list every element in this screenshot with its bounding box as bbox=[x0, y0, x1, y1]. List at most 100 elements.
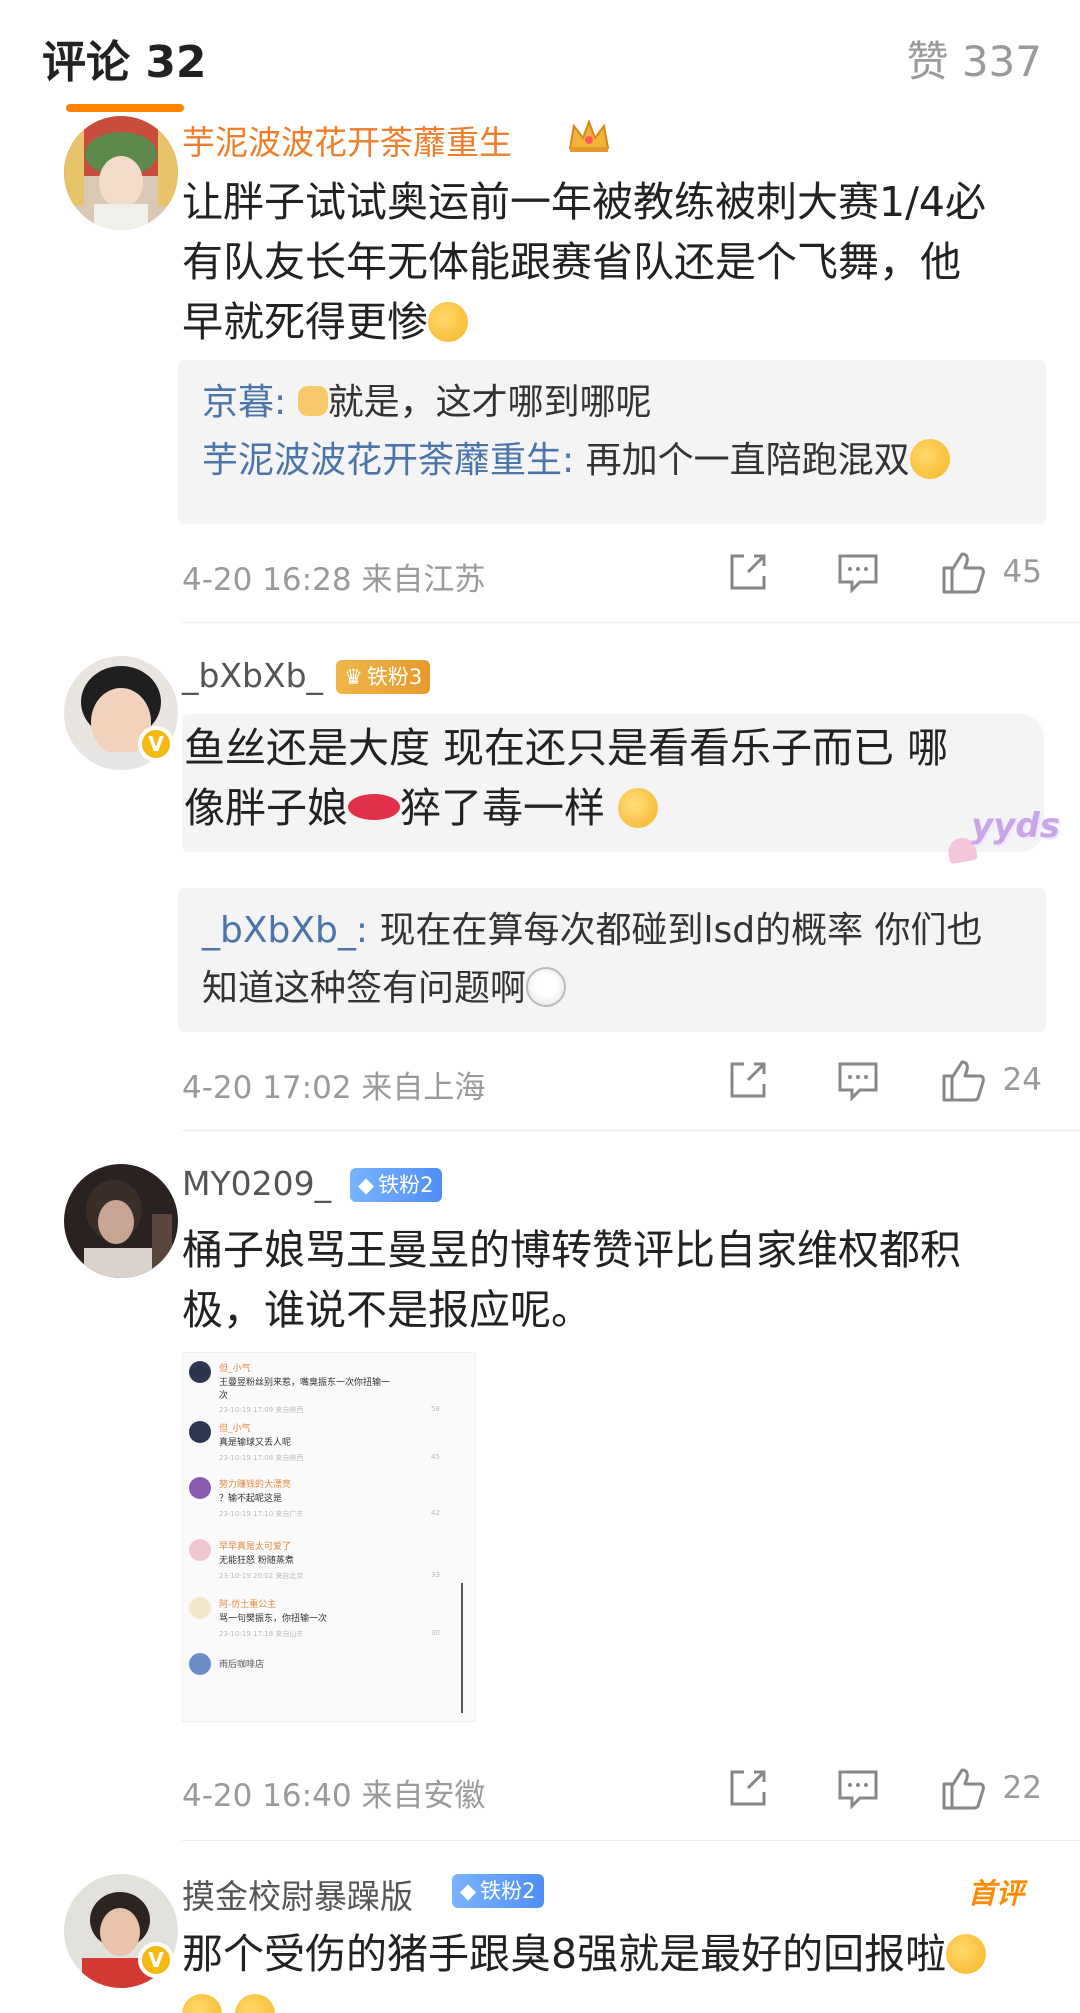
reply-text: 再加个一直陪跑混双 bbox=[585, 440, 910, 481]
mini-username: 努力赚钱的大漂亮 bbox=[219, 1480, 292, 1490]
username[interactable]: 摸金校尉暴躁版 bbox=[182, 1870, 413, 1918]
fan-level-label: 铁粉3 bbox=[366, 665, 423, 689]
tongue-emoji-icon bbox=[909, 439, 950, 479]
mini-likes: 30 bbox=[431, 1629, 440, 1637]
mini-likes: 33 bbox=[431, 1571, 440, 1579]
diamond-badge-icon: ◆ bbox=[358, 1173, 375, 1197]
reply-username[interactable]: _bXbXb_ bbox=[202, 910, 356, 951]
comment-text-line: 早就死得更惨 bbox=[182, 298, 428, 346]
reply-separator: : bbox=[274, 382, 287, 423]
sweat-emoji-icon bbox=[618, 788, 659, 828]
crown-icon bbox=[566, 118, 612, 158]
like-icon[interactable] bbox=[940, 1058, 986, 1102]
share-icon[interactable] bbox=[726, 550, 772, 594]
comment-text-line: 像胖子娘 bbox=[184, 784, 348, 832]
mini-username: 但_小气 bbox=[219, 1364, 251, 1374]
username[interactable]: MY0209_ bbox=[182, 1164, 331, 1203]
mini-text: 骂一句樊振东，你扭输一次 bbox=[219, 1614, 328, 1624]
reply-item[interactable]: _bXbXb_: 现在在算每次都碰到lsd的概率 你们也 bbox=[202, 902, 1022, 960]
crown-badge-icon: ♛ bbox=[344, 665, 363, 689]
comments-tab[interactable]: 评论 32 bbox=[42, 26, 207, 90]
comments-header: 评论 32 赞 337 bbox=[0, 0, 1080, 116]
comment-meta: 4-20 17:02 来自上海 24 bbox=[182, 1052, 1042, 1112]
mini-username: 雨后咖啡店 bbox=[219, 1660, 265, 1670]
divider bbox=[182, 1840, 1080, 1841]
fan-level-badge: ♛ 铁粉3 bbox=[336, 660, 431, 694]
fan-level-badge: ◆ 铁粉2 bbox=[452, 1874, 544, 1908]
comment-icon[interactable] bbox=[836, 550, 882, 594]
comment-text-line: 那个受伤的猪手跟臭8强就是最好的回报啦 bbox=[182, 1930, 947, 1978]
comment-text-line: 猝了毒一样 bbox=[400, 784, 605, 832]
verified-badge-icon: V bbox=[138, 726, 174, 762]
mini-avatar bbox=[189, 1421, 211, 1443]
reply-username[interactable]: 京暮 bbox=[202, 382, 274, 423]
like-count: 24 bbox=[1002, 1062, 1042, 1098]
mini-avatar bbox=[189, 1539, 211, 1561]
reply-item[interactable]: 京暮: 就是，这才哪到哪呢 bbox=[202, 374, 1022, 432]
comment-text-line: 极，谁说不是报应呢。 bbox=[182, 1286, 592, 1334]
reply-separator: : bbox=[355, 910, 369, 951]
mini-meta: 23-10-19 17:09 来自陕西 bbox=[219, 1406, 304, 1414]
mini-likes: 42 bbox=[431, 1509, 440, 1517]
likes-tab[interactable]: 赞 337 bbox=[906, 28, 1042, 89]
divider bbox=[182, 622, 1080, 623]
comment-text: 鱼丝还是大度 现在还只是看看乐子而已 哪 像胖子娘 猝了毒一样 bbox=[182, 714, 1044, 852]
tongue-emoji-icon bbox=[182, 1994, 222, 2013]
active-tab-indicator bbox=[66, 104, 184, 112]
reply-text: 现在在算每次都碰到lsd的概率 你们也 bbox=[379, 910, 983, 951]
fear-emoji-icon bbox=[526, 967, 567, 1007]
mini-username: 早早真是太可爱了 bbox=[219, 1542, 292, 1552]
comment-text-line: 有队友长年无体能跟赛省队还是个飞舞，他 bbox=[182, 238, 961, 286]
reply-item[interactable]: 芋泥波波花开荼蘼重生: 再加个一直陪跑混双 bbox=[202, 432, 1022, 490]
avatar[interactable] bbox=[64, 1164, 178, 1278]
mini-text: ？输不起呢这是 bbox=[219, 1494, 283, 1504]
tongue-emoji-icon bbox=[428, 302, 468, 342]
mini-meta: 23-10-19 17:10 来自广东 bbox=[219, 1510, 304, 1518]
comment-icon[interactable] bbox=[836, 1058, 882, 1102]
reply-text: 知道这种签有问题啊 bbox=[202, 968, 527, 1009]
like-count: 22 bbox=[1002, 1770, 1042, 1806]
avatar[interactable] bbox=[64, 116, 178, 230]
mini-likes: 58 bbox=[431, 1405, 440, 1413]
fan-level-label: 铁粉2 bbox=[480, 1879, 536, 1903]
mini-avatar bbox=[189, 1361, 211, 1383]
mini-text: 次 bbox=[219, 1391, 229, 1401]
comment-text: 桶子娘骂王曼昱的博转赞评比自家维权都积 极，谁说不是报应呢。 bbox=[182, 1220, 1042, 1340]
like-icon[interactable] bbox=[940, 550, 986, 594]
mini-username: 阿-仿土重公主 bbox=[219, 1600, 277, 1610]
comment-meta: 4-20 16:28 来自江苏 45 bbox=[182, 544, 1042, 604]
mini-meta: 23-10-19 20:02 来自北京 bbox=[219, 1572, 304, 1580]
comment-text: 让胖子试试奥运前一年被教练被刺大赛1/4必 有队友长年无体能跟赛省队还是个飞舞，… bbox=[182, 172, 1042, 352]
reply-box[interactable]: _bXbXb_: 现在在算每次都碰到lsd的概率 你们也 知道这种签有问题啊 bbox=[178, 888, 1046, 1032]
mini-likes: 45 bbox=[431, 1453, 440, 1461]
like-count: 45 bbox=[1002, 554, 1042, 590]
comment-meta: 4-20 16:40 来自安徽 22 bbox=[182, 1760, 1042, 1820]
comment-text-line: 鱼丝还是大度 现在还只是看看乐子而已 哪 bbox=[184, 724, 949, 772]
mini-meta: 23-10-19 17:08 来自陕西 bbox=[219, 1454, 304, 1462]
yyds-sticker: yyds bbox=[971, 806, 1060, 846]
comment-text-line: 让胖子试试奥运前一年被教练被刺大赛1/4必 bbox=[182, 178, 986, 226]
fan-level-badge: ◆ 铁粉2 bbox=[350, 1168, 442, 1202]
mini-avatar bbox=[189, 1477, 211, 1499]
first-comment-tag: 首评 bbox=[967, 1877, 1024, 1910]
username[interactable]: _bXbXb_ bbox=[182, 656, 323, 695]
comment-icon[interactable] bbox=[836, 1766, 882, 1810]
diamond-badge-icon: ◆ bbox=[460, 1879, 477, 1903]
like-icon[interactable] bbox=[940, 1766, 986, 1810]
reply-username[interactable]: 芋泥波波花开荼蘼重生 bbox=[202, 440, 562, 481]
comment-text: 那个受伤的猪手跟臭8强就是最好的回报啦 bbox=[182, 1924, 1042, 2013]
mini-avatar bbox=[189, 1597, 211, 1619]
attached-screenshot[interactable]: 但_小气 王曼昱粉丝别来惹，嘴臭振东一次你扭输一 次 23-10-19 17:0… bbox=[182, 1352, 476, 1722]
mini-avatar bbox=[189, 1653, 211, 1675]
mini-meta: 23-10-19 17:18 来自山东 bbox=[219, 1630, 304, 1638]
username[interactable]: 芋泥波波花开荼蘼重生 bbox=[182, 116, 512, 164]
share-icon[interactable] bbox=[726, 1058, 772, 1102]
comment-timestamp: 4-20 17:02 来自上海 bbox=[182, 1070, 486, 1106]
mini-text: 王曼昱粉丝别来惹，嘴臭振东一次你扭输一 bbox=[219, 1378, 391, 1388]
tongue-emoji-icon bbox=[235, 1994, 276, 2013]
verified-badge-icon: V bbox=[138, 1942, 174, 1978]
share-icon[interactable] bbox=[726, 1766, 772, 1810]
reply-separator: : bbox=[562, 440, 575, 481]
reply-box[interactable]: 京暮: 就是，这才哪到哪呢 芋泥波波花开荼蘼重生: 再加个一直陪跑混双 bbox=[178, 360, 1046, 524]
comment-timestamp: 4-20 16:40 来自安徽 bbox=[182, 1778, 486, 1814]
